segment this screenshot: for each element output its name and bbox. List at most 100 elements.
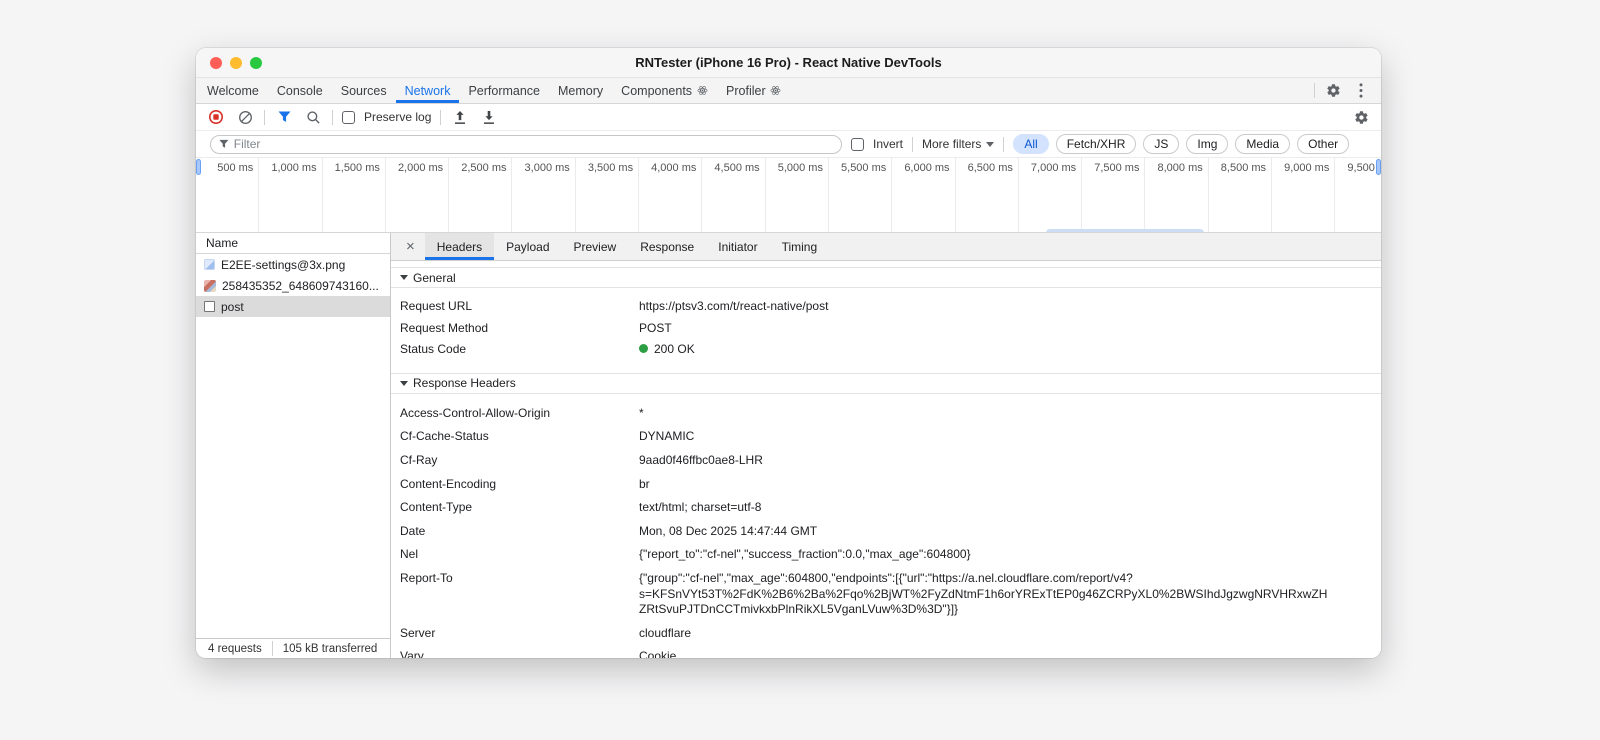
tab-memory[interactable]: Memory: [549, 78, 612, 103]
general-section-header[interactable]: General: [391, 267, 1381, 288]
general-rows: Request URL https://ptsv3.com/t/react-na…: [391, 288, 1381, 373]
tab-welcome[interactable]: Welcome: [198, 78, 268, 103]
tab-network[interactable]: Network: [396, 78, 460, 103]
chip-img[interactable]: Img: [1186, 134, 1229, 154]
request-detail-panel: × Headers Payload Preview Response Initi…: [391, 233, 1381, 658]
disclosure-triangle-icon: [400, 380, 408, 386]
detail-tab-preview[interactable]: Preview: [562, 233, 629, 260]
import-har-icon[interactable]: [450, 107, 470, 127]
request-row-selected[interactable]: post: [196, 296, 390, 317]
name-column-header[interactable]: Name: [196, 233, 390, 254]
request-row[interactable]: 258435352_648609743160...: [196, 275, 390, 296]
timeline-tick: 2,500 ms: [449, 158, 513, 232]
react-logo-icon: [770, 85, 782, 97]
header-row: Vary Cookie: [400, 649, 677, 658]
disclosure-triangle-icon: [400, 275, 408, 280]
detail-tab-payload[interactable]: Payload: [494, 233, 561, 260]
divider: [264, 109, 265, 125]
timeline-tick: 7,000 ms: [1019, 158, 1083, 232]
tab-performance[interactable]: Performance: [459, 78, 549, 103]
filter-input[interactable]: [233, 137, 833, 151]
tab-sources[interactable]: Sources: [332, 78, 396, 103]
divider: [912, 136, 914, 152]
tab-components[interactable]: Components: [612, 78, 717, 103]
header-row: Content-Encoding br: [400, 476, 650, 491]
filter-funnel-small-icon: [219, 139, 229, 148]
react-logo-icon: [696, 85, 708, 97]
request-list-panel: Name E2EE-settings@3x.png 258435352_6486…: [196, 233, 391, 658]
invert-checkbox[interactable]: [851, 137, 864, 151]
timeline-tick: 4,500 ms: [702, 158, 766, 232]
more-filters-dropdown[interactable]: More filters: [922, 137, 995, 151]
detail-tab-timing[interactable]: Timing: [770, 233, 830, 260]
chip-js[interactable]: JS: [1143, 134, 1180, 154]
tab-profiler[interactable]: Profiler: [717, 78, 791, 103]
timeline-tick: 6,000 ms: [892, 158, 956, 232]
divider: [440, 109, 442, 125]
request-count: 4 requests: [208, 642, 262, 655]
image-thumbnail-icon: [204, 279, 216, 292]
network-filter-row: Invert More filters All Fetch/XHR JS Img…: [196, 131, 1381, 158]
kebab-menu-icon[interactable]: [1351, 81, 1371, 101]
detail-tab-response[interactable]: Response: [628, 233, 706, 260]
response-headers-section-header[interactable]: Response Headers: [391, 372, 1381, 394]
timeline-tick: 8,000 ms: [1145, 158, 1209, 232]
divider: [1314, 83, 1315, 98]
waterfall-halo: [1046, 229, 1204, 232]
header-row: Date Mon, 08 Dec 2025 14:47:44 GMT: [400, 523, 818, 538]
invert-label: Invert: [873, 137, 904, 151]
clear-network-log-icon[interactable]: [235, 107, 255, 127]
devtools-window: RNTester (iPhone 16 Pro) - React Native …: [196, 48, 1381, 658]
timeline-tick: 5,500 ms: [829, 158, 893, 232]
request-url-value[interactable]: https://ptsv3.com/t/react-native/post: [639, 299, 1381, 315]
timeline-tick: 1,500 ms: [323, 158, 386, 232]
header-row: Server cloudflare: [400, 625, 692, 640]
timeline-tick: 9,000 ms: [1272, 158, 1336, 232]
timeline-tick: 9,500 ms: [1335, 158, 1381, 232]
network-overview-timeline[interactable]: 500 ms 1,000 ms 1,500 ms 2,000 ms 2,500 …: [196, 158, 1381, 233]
timeline-grid: 500 ms 1,000 ms 1,500 ms 2,000 ms 2,500 …: [196, 158, 1381, 232]
timeline-tick: 3,000 ms: [512, 158, 576, 232]
close-detail-icon[interactable]: ×: [391, 233, 425, 260]
timeline-tick: 8,500 ms: [1209, 158, 1273, 232]
timeline-tick: 7,500 ms: [1082, 158, 1146, 232]
timeline-tick: 4,000 ms: [639, 158, 703, 232]
timeline-tick: 1,000 ms: [259, 158, 323, 232]
transferred-size: 105 kB transferred: [282, 642, 378, 655]
chip-other[interactable]: Other: [1297, 134, 1350, 154]
network-toolbar: Preserve log: [196, 104, 1381, 131]
waterfall-bar-post-gray: [1049, 232, 1195, 233]
window-title: RNTester (iPhone 16 Pro) - React Native …: [635, 55, 942, 70]
timeline-right-handle[interactable]: [1376, 159, 1381, 175]
detail-tab-headers[interactable]: Headers: [424, 233, 495, 260]
header-row: Report-To {"group":"cf-nel","max_age":60…: [400, 570, 1328, 617]
request-row[interactable]: E2EE-settings@3x.png: [196, 254, 390, 275]
tab-console[interactable]: Console: [268, 78, 332, 103]
header-row: Request URL https://ptsv3.com/t/react-na…: [391, 296, 1381, 318]
preserve-log-label: Preserve log: [364, 110, 432, 124]
chip-fetch-xhr[interactable]: Fetch/XHR: [1055, 134, 1137, 154]
request-type-chips: All Fetch/XHR JS Img Media Other: [1013, 134, 1350, 154]
detail-tab-initiator[interactable]: Initiator: [706, 233, 769, 260]
chip-media[interactable]: Media: [1235, 134, 1291, 154]
export-har-icon[interactable]: [479, 107, 499, 127]
network-status-bar: 4 requests 105 kB transferred: [196, 638, 390, 658]
devtools-settings-gear-icon[interactable]: [1323, 81, 1343, 101]
timeline-left-handle[interactable]: [196, 159, 201, 175]
header-row: Request Method POST: [400, 320, 672, 335]
timeline-tick: 3,500 ms: [576, 158, 640, 232]
chip-all[interactable]: All: [1013, 134, 1049, 154]
network-settings-gear-icon[interactable]: [1351, 107, 1371, 127]
filter-input-box[interactable]: [210, 134, 842, 154]
timeline-tick: 500 ms: [196, 158, 260, 232]
header-row: Cf-Cache-Status DYNAMIC: [400, 429, 695, 444]
preserve-log-checkbox[interactable]: [342, 110, 355, 124]
search-icon[interactable]: [303, 107, 323, 127]
timeline-tick: 5,000 ms: [766, 158, 829, 232]
divider: [332, 109, 333, 125]
filter-funnel-icon[interactable]: [274, 107, 294, 127]
record-network-log-button[interactable]: [206, 107, 226, 127]
timeline-tick: 6,500 ms: [956, 158, 1019, 232]
divider: [1003, 136, 1005, 152]
main-tabbar: Welcome Console Sources Network Performa…: [196, 78, 1381, 104]
